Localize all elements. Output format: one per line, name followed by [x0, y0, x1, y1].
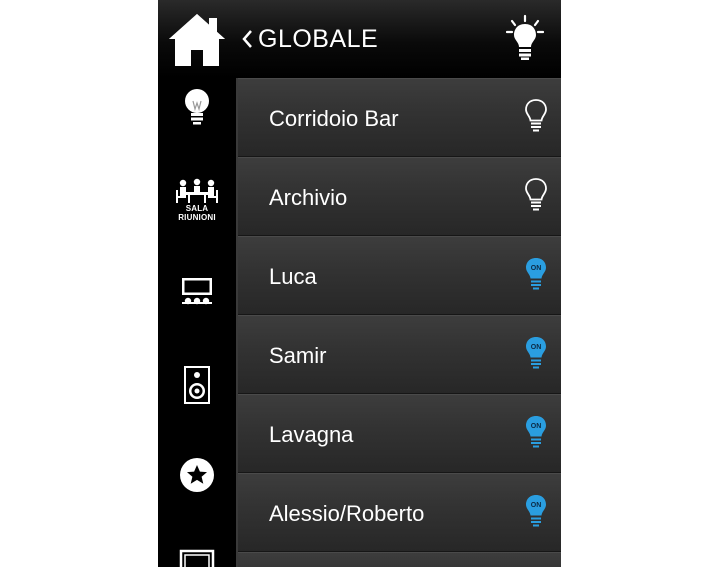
back-label: GLOBALE [258, 24, 379, 53]
star-icon [180, 458, 214, 492]
bulb-on-icon[interactable]: ON [523, 493, 549, 529]
light-label: Corridoio Bar [269, 106, 399, 131]
back-button[interactable]: GLOBALE [240, 22, 378, 56]
light-list: Corridoio Bar Archivio Luca ON Samir ON … [238, 78, 561, 567]
chevron-left-icon [242, 30, 252, 48]
list-item[interactable]: Lavagna ON [238, 394, 561, 473]
light-label: Alessio/Roberto [269, 501, 425, 526]
sidebar-item-more[interactable] [158, 544, 236, 567]
sidebar: SALA RIUNIONI [158, 78, 236, 567]
home-icon[interactable] [166, 10, 228, 70]
bulb-on-badge: ON [531, 423, 542, 430]
sidebar-item-favorites[interactable] [158, 450, 236, 500]
sidebar-item-sala-riunioni[interactable]: SALA RIUNIONI [158, 170, 236, 230]
app-window: GLOBALE SALA RIUNIONI Corridoio Bar Arch… [158, 0, 561, 567]
bulb-on-icon[interactable]: ON [523, 414, 549, 450]
meeting-room-icon [176, 178, 218, 203]
sidebar-item-av[interactable] [158, 266, 236, 316]
list-item[interactable]: Samir ON [238, 315, 561, 394]
light-label: Lavagna [269, 422, 354, 447]
bulb-on-icon[interactable]: ON [523, 256, 549, 292]
sidebar-item-lighting[interactable] [158, 82, 236, 132]
light-label: Samir [269, 343, 327, 368]
light-label: Archivio [269, 185, 348, 210]
bulb-off-icon[interactable] [523, 98, 549, 134]
bulb-on-badge: ON [531, 265, 542, 272]
light-label: Luca [269, 264, 317, 289]
speaker-icon [184, 366, 210, 404]
bulb-off-icon[interactable] [523, 177, 549, 213]
monitor-icon [182, 278, 212, 305]
lightbulb-icon [185, 89, 209, 125]
bulb-on-badge: ON [531, 502, 542, 509]
list-item[interactable]: Luca ON [238, 236, 561, 315]
header-bar: GLOBALE [158, 0, 561, 78]
frame-icon [179, 549, 215, 567]
lightbulb-icon[interactable] [506, 14, 544, 60]
list-item[interactable]: Corridoio Bar [238, 78, 561, 157]
list-item[interactable]: Alessio/Roberto ON [238, 473, 561, 552]
sidebar-item-audio[interactable] [158, 360, 236, 410]
sidebar-label-sala: SALA [185, 204, 209, 213]
sidebar-label-riunioni: RIUNIONI [178, 213, 216, 222]
bulb-on-badge: ON [531, 344, 542, 351]
bulb-on-icon[interactable]: ON [523, 335, 549, 371]
list-item[interactable]: Archivio [238, 157, 561, 236]
list-item-partial[interactable] [238, 552, 561, 567]
